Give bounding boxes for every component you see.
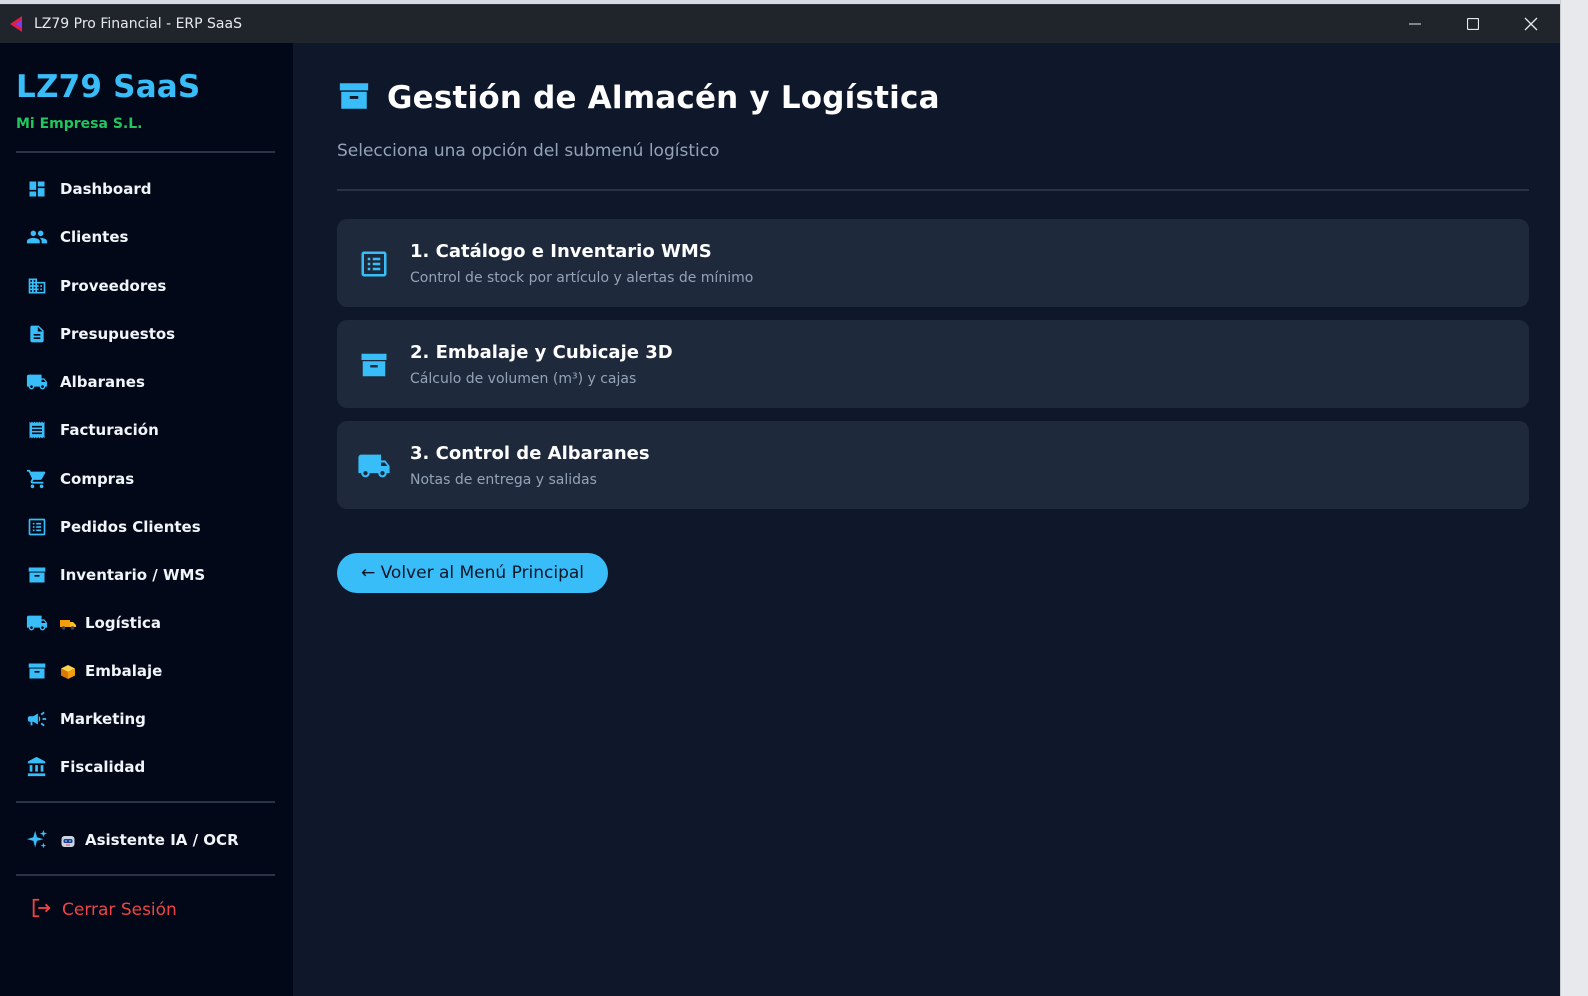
card-description: Control de stock por artículo y alertas … [410, 270, 754, 286]
app-window: LZ79 Pro Financial - ERP SaaS LZ79 SaaS … [0, 4, 1560, 996]
megaphone-icon [25, 707, 49, 731]
sidebar-item-label: Inventario / WMS [60, 566, 206, 584]
sidebar-item-proveedores[interactable]: Proveedores [25, 270, 166, 302]
sidebar-item-label: Presupuestos [60, 325, 176, 343]
app-logo-icon [8, 15, 26, 33]
logout-button[interactable]: Cerrar Sesión [30, 893, 177, 927]
sidebar-item-label: Asistente IA / OCR [85, 831, 239, 849]
back-to-main-menu-button[interactable]: ← Volver al Menú Principal [337, 553, 608, 593]
sidebar-item-label: Pedidos Clientes [60, 518, 201, 536]
logout-label: Cerrar Sesión [62, 900, 177, 920]
robot-emoji [61, 835, 75, 847]
background-window-edge [1560, 0, 1588, 996]
sidebar-item-logistica[interactable]: Logística [25, 607, 161, 639]
sidebar-item-label-wrap: Logística [60, 614, 161, 632]
sidebar-item-dashboard[interactable]: Dashboard [25, 173, 151, 205]
card-description: Notas de entrega y salidas [410, 472, 597, 488]
sidebar-item-label: Albaranes [60, 373, 145, 391]
archive-icon [337, 79, 371, 117]
sidebar-item-presupuestos[interactable]: Presupuestos [25, 318, 175, 350]
sidebar-item-label: Compras [60, 470, 135, 488]
card-embalaje-cubicaje[interactable]: 2. Embalaje y Cubicaje 3D Cálculo de vol… [337, 320, 1529, 408]
sidebar-item-fiscalidad[interactable]: Fiscalidad [25, 751, 145, 783]
page-header: Gestión de Almacén y Logística [337, 79, 940, 117]
card-title: 3. Control de Albaranes [410, 443, 650, 464]
sidebar-divider [16, 151, 275, 153]
people-icon [25, 225, 49, 249]
list-icon [357, 247, 391, 281]
sidebar-item-facturacion[interactable]: Facturación [25, 414, 159, 446]
bank-icon [25, 755, 49, 779]
card-title: 1. Catálogo e Inventario WMS [410, 241, 712, 262]
sidebar-item-label-wrap: Asistente IA / OCR [60, 831, 239, 849]
sidebar-item-label: Clientes [60, 228, 129, 246]
document-icon [25, 322, 49, 346]
sidebar-item-label: Fiscalidad [60, 758, 146, 776]
logout-icon [30, 897, 52, 923]
sidebar-item-label: Facturación [60, 421, 159, 439]
sidebar-item-embalaje[interactable]: Embalaje [25, 655, 162, 687]
truck-icon [25, 611, 49, 635]
archive-icon [25, 563, 49, 587]
archive-icon [25, 659, 49, 683]
sidebar-item-pedidos-clientes[interactable]: Pedidos Clientes [25, 511, 201, 543]
company-name: Mi Empresa S.L. [16, 116, 143, 132]
archive-icon [357, 348, 391, 382]
card-control-albaranes[interactable]: 3. Control de Albaranes Notas de entrega… [337, 421, 1529, 509]
card-catalogo-inventario[interactable]: 1. Catálogo e Inventario WMS Control de … [337, 219, 1529, 307]
sidebar-item-inventario-wms[interactable]: Inventario / WMS [25, 559, 205, 591]
window-controls [1386, 5, 1560, 43]
sidebar-item-label-wrap: Embalaje [60, 662, 162, 680]
card-title: 2. Embalaje y Cubicaje 3D [410, 342, 673, 363]
sidebar-item-label: Embalaje [85, 662, 163, 680]
cart-icon [25, 467, 49, 491]
sidebar-item-clientes[interactable]: Clientes [25, 221, 128, 253]
sidebar-divider [16, 874, 275, 876]
sidebar-item-label: Logística [85, 614, 161, 632]
sidebar-item-asistente-ia[interactable]: Asistente IA / OCR [25, 824, 239, 856]
sidebar-item-albaranes[interactable]: Albaranes [25, 366, 145, 398]
truck-icon [25, 370, 49, 394]
page-title: Gestión de Almacén y Logística [387, 80, 940, 116]
sidebar-item-label: Proveedores [60, 277, 167, 295]
minimize-button[interactable] [1386, 5, 1444, 43]
package-emoji [61, 664, 75, 679]
sidebar-item-label: Dashboard [60, 180, 152, 198]
sidebar-divider [16, 801, 275, 803]
truck-icon [357, 449, 391, 483]
list-icon [25, 515, 49, 539]
receipt-icon [25, 418, 49, 442]
brand-title: LZ79 SaaS [16, 69, 201, 105]
dashboard-icon [25, 177, 49, 201]
maximize-button[interactable] [1444, 5, 1502, 43]
window-title: LZ79 Pro Financial - ERP SaaS [34, 16, 242, 32]
sidebar: LZ79 SaaS Mi Empresa S.L. Dashboard Clie… [0, 43, 293, 996]
close-button[interactable] [1502, 5, 1560, 43]
page-subtitle: Selecciona una opción del submenú logíst… [337, 141, 720, 161]
main-content: Gestión de Almacén y Logística Seleccion… [293, 43, 1560, 996]
sidebar-item-compras[interactable]: Compras [25, 463, 134, 495]
content-divider [337, 189, 1529, 191]
sparkle-icon [25, 828, 49, 852]
delivery-truck-emoji [60, 619, 76, 630]
sidebar-item-label: Marketing [60, 710, 146, 728]
close-icon [1524, 17, 1538, 31]
sidebar-item-marketing[interactable]: Marketing [25, 703, 146, 735]
card-description: Cálculo de volumen (m³) y cajas [410, 371, 637, 387]
building-icon [25, 274, 49, 298]
minimize-icon [1409, 23, 1421, 25]
title-bar[interactable]: LZ79 Pro Financial - ERP SaaS [0, 5, 1560, 43]
maximize-icon [1467, 18, 1479, 30]
